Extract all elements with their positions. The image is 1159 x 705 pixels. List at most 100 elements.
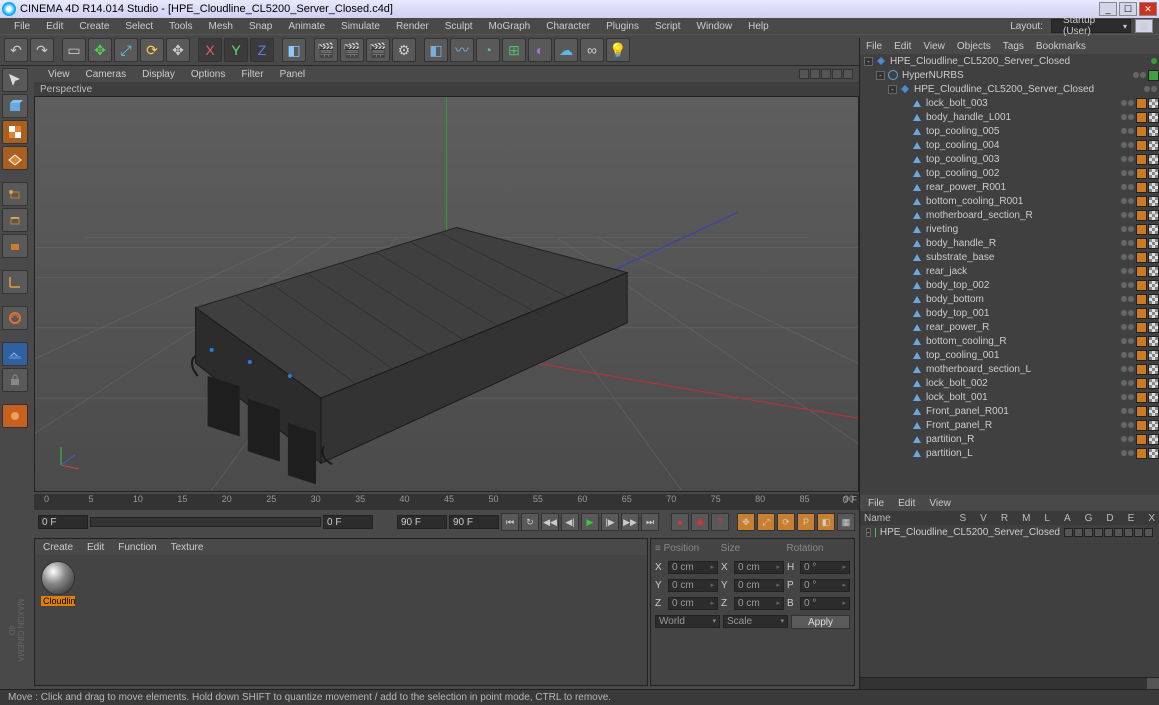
- visibility-dots[interactable]: [1121, 100, 1134, 106]
- objmenu-edit[interactable]: Edit: [894, 41, 911, 52]
- timeline-ruler[interactable]: 0 F 051015202530354045505560657075808590: [34, 494, 859, 510]
- phong-tag-icon[interactable]: [1136, 182, 1147, 193]
- undo-button[interactable]: ↶: [4, 38, 28, 62]
- phong-tag-icon[interactable]: [1136, 112, 1147, 123]
- menu-help[interactable]: Help: [740, 21, 777, 32]
- object-row[interactable]: top_cooling_001: [860, 348, 1159, 362]
- texture-tag-icon[interactable]: [1148, 238, 1159, 249]
- env-button[interactable]: ☁: [554, 38, 578, 62]
- coord-mode-select[interactable]: Scale: [723, 615, 788, 628]
- visibility-dots[interactable]: [1121, 240, 1134, 246]
- coord-y-field[interactable]: 0 cm: [734, 579, 784, 592]
- objmenu-view[interactable]: View: [923, 41, 945, 52]
- attr-flag-icon[interactable]: [1104, 528, 1113, 537]
- menu-animate[interactable]: Animate: [280, 21, 333, 32]
- key-rot-button[interactable]: ⟳: [777, 513, 795, 531]
- phong-tag-icon[interactable]: [1136, 252, 1147, 263]
- objmenu-bookmarks[interactable]: Bookmarks: [1036, 41, 1086, 52]
- texture-tag-icon[interactable]: [1148, 224, 1159, 235]
- visibility-dots[interactable]: [1121, 338, 1134, 344]
- phong-tag-icon[interactable]: [1136, 378, 1147, 389]
- matmenu-function[interactable]: Function: [118, 542, 156, 553]
- object-row[interactable]: body_handle_L001: [860, 110, 1159, 124]
- goto-end-button[interactable]: ⏭: [641, 513, 659, 531]
- texture-tag-icon[interactable]: [1148, 196, 1159, 207]
- object-row[interactable]: motherboard_section_R: [860, 208, 1159, 222]
- visibility-dots[interactable]: [1121, 142, 1134, 148]
- timeline-end1-field[interactable]: 90 F: [397, 515, 447, 529]
- coord-b-field[interactable]: 0 °: [800, 597, 850, 610]
- nurbs-button[interactable]: ◔: [476, 38, 500, 62]
- menu-render[interactable]: Render: [388, 21, 437, 32]
- x-axis-button[interactable]: X: [198, 38, 222, 62]
- menu-snap[interactable]: Snap: [241, 21, 280, 32]
- menu-mograph[interactable]: MoGraph: [481, 21, 539, 32]
- phong-tag-icon[interactable]: [1136, 392, 1147, 403]
- coord-z-field[interactable]: 0 cm: [668, 597, 718, 610]
- visibility-dots[interactable]: [1121, 254, 1134, 260]
- live-select-icon[interactable]: [2, 68, 28, 92]
- object-row[interactable]: body_top_002: [860, 278, 1159, 292]
- menu-window[interactable]: Window: [689, 21, 741, 32]
- render-view-button[interactable]: 🎬: [314, 38, 338, 62]
- visibility-dots[interactable]: [1121, 366, 1134, 372]
- coord-space-select[interactable]: World: [655, 615, 720, 628]
- object-tree[interactable]: -HPE_Cloudline_CL5200_Server_Closed-Hype…: [860, 54, 1159, 495]
- object-row[interactable]: lock_bolt_003: [860, 96, 1159, 110]
- menu-create[interactable]: Create: [71, 21, 117, 32]
- texture-tag-icon[interactable]: [1148, 112, 1159, 123]
- point-mode-button[interactable]: [2, 182, 28, 206]
- texture-tag-icon[interactable]: [1148, 168, 1159, 179]
- coord-p-field[interactable]: 0 °: [800, 579, 850, 592]
- texture-tag-icon[interactable]: [1148, 420, 1159, 431]
- texture-tag-icon[interactable]: [1148, 448, 1159, 459]
- texture-tag-icon[interactable]: [1148, 280, 1159, 291]
- visibility-dots[interactable]: [1121, 324, 1134, 330]
- objmenu-objects[interactable]: Objects: [957, 41, 991, 52]
- visibility-dots[interactable]: [1121, 394, 1134, 400]
- coord-h-field[interactable]: 0 °: [800, 561, 850, 574]
- camera-button[interactable]: ∞: [580, 38, 604, 62]
- object-row[interactable]: motherboard_section_L: [860, 362, 1159, 376]
- attr-flag-icon[interactable]: [1124, 528, 1133, 537]
- visibility-dots[interactable]: [1151, 58, 1157, 64]
- phong-tag-icon[interactable]: [1136, 266, 1147, 277]
- next-frame-button[interactable]: ▶▶: [621, 513, 639, 531]
- object-row[interactable]: -HyperNURBS: [860, 68, 1159, 82]
- key-menu-button[interactable]: ▦: [837, 513, 855, 531]
- attr-flag-icon[interactable]: [1094, 528, 1103, 537]
- axis-toggle-button[interactable]: [2, 270, 28, 294]
- prev-frame-button[interactable]: ◀◀: [541, 513, 559, 531]
- menu-file[interactable]: File: [6, 21, 38, 32]
- phong-tag-icon[interactable]: [1136, 322, 1147, 333]
- phong-tag-icon[interactable]: [1136, 154, 1147, 165]
- object-row[interactable]: -HPE_Cloudline_CL5200_Server_Closed: [860, 82, 1159, 96]
- expand-icon[interactable]: -: [888, 85, 897, 94]
- attr-flag-icon[interactable]: [1114, 528, 1123, 537]
- minimize-button[interactable]: _: [1099, 2, 1117, 16]
- object-row[interactable]: body_top_001: [860, 306, 1159, 320]
- attrmenu-edit[interactable]: Edit: [898, 498, 915, 509]
- texture-tag-icon[interactable]: [1148, 378, 1159, 389]
- visibility-dots[interactable]: [1144, 86, 1157, 92]
- attr-flag-icon[interactable]: [1064, 528, 1073, 537]
- object-row[interactable]: top_cooling_002: [860, 166, 1159, 180]
- autokey-button[interactable]: ◉: [691, 513, 709, 531]
- texture-tag-icon[interactable]: [1148, 140, 1159, 151]
- phong-tag-icon[interactable]: [1136, 196, 1147, 207]
- phong-tag-icon[interactable]: [1136, 448, 1147, 459]
- spline-button[interactable]: 〰: [450, 38, 474, 62]
- menu-sculpt[interactable]: Sculpt: [437, 21, 481, 32]
- texture-tag-icon[interactable]: [1148, 364, 1159, 375]
- menu-select[interactable]: Select: [117, 21, 161, 32]
- texture-tag-icon[interactable]: [1148, 294, 1159, 305]
- visibility-dots[interactable]: [1121, 296, 1134, 302]
- attrmenu-file[interactable]: File: [868, 498, 884, 509]
- phong-tag-icon[interactable]: [1136, 168, 1147, 179]
- objmenu-file[interactable]: File: [866, 41, 882, 52]
- visibility-dots[interactable]: [1121, 184, 1134, 190]
- expand-icon[interactable]: -: [864, 57, 873, 66]
- visibility-dots[interactable]: [1121, 352, 1134, 358]
- timeline-current-field[interactable]: 0 F: [323, 515, 373, 529]
- objmenu-tags[interactable]: Tags: [1003, 41, 1024, 52]
